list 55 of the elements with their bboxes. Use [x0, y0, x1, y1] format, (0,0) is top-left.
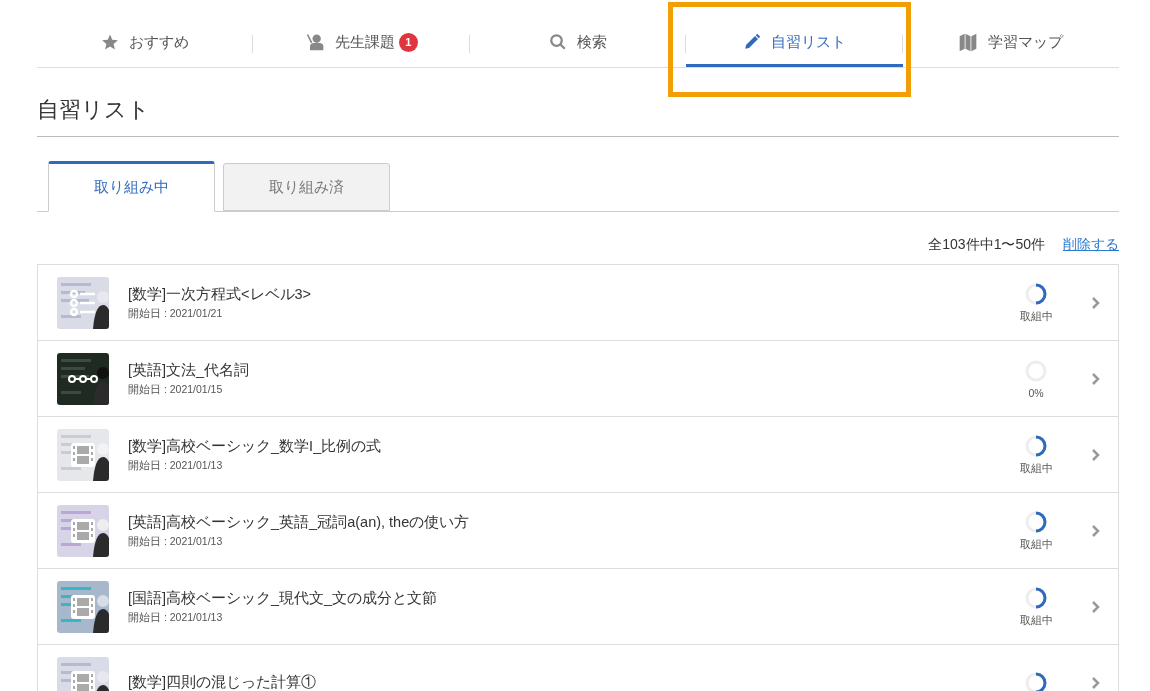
- film-icon: [70, 517, 96, 544]
- nav-tab[interactable]: おすすめ: [97, 0, 194, 67]
- progress-status: 取組中: [1019, 461, 1053, 476]
- chevron-right-icon[interactable]: [1091, 523, 1100, 538]
- chevron-right-icon[interactable]: [1091, 447, 1100, 462]
- delete-link[interactable]: 削除する: [1063, 235, 1119, 253]
- pencil-icon: [742, 33, 761, 51]
- progress-status: 取組中: [1019, 613, 1053, 628]
- nav-tab[interactable]: 先生課題 1: [300, 0, 422, 67]
- list-item[interactable]: [数学]四則の混じった計算①: [37, 645, 1119, 691]
- nav-tab[interactable]: 自習リスト: [685, 0, 903, 67]
- start-date: 開始日 : 2021/01/13: [128, 534, 224, 549]
- teacher-icon: [304, 32, 325, 52]
- item-title: [数学]高校ベーシック_数学I_比例の式: [128, 436, 383, 456]
- search-icon: [548, 33, 567, 51]
- nav-tab[interactable]: 検索: [544, 0, 611, 67]
- chevron-right-icon[interactable]: [1091, 675, 1100, 690]
- item-title: [英語]文法_代名詞: [128, 360, 251, 380]
- progress-ring: [1024, 509, 1048, 534]
- progress-status: 取組中: [1019, 309, 1053, 324]
- steps-icon: [68, 373, 98, 384]
- map-icon: [958, 32, 979, 52]
- star-icon: [101, 33, 120, 51]
- progress-ring: [1024, 281, 1048, 306]
- progress-status: 取組中: [1019, 537, 1053, 552]
- nav-tab[interactable]: 学習マップ: [954, 0, 1068, 67]
- film-icon: [70, 593, 96, 620]
- list-item[interactable]: [国語]高校ベーシック_現代文_文の成分と文節 開始日 : 2021/01/13 取組中: [37, 569, 1119, 645]
- list-item[interactable]: [数学]一次方程式<レベル3> 開始日 : 2021/01/21 取組中: [37, 265, 1119, 341]
- list-icon: [69, 288, 97, 317]
- result-count: 全103件中1〜50件: [928, 235, 1045, 253]
- list-item[interactable]: [英語]高校ベーシック_英語_冠詞a(an), theの使い方 開始日 : 2021/01/13 取組中: [37, 493, 1119, 569]
- list-item[interactable]: [数学]高校ベーシック_数学I_比例の式 開始日 : 2021/01/13 取組中: [37, 417, 1119, 493]
- start-date: 開始日 : 2021/01/21: [128, 306, 224, 321]
- count-badge: 1: [398, 32, 418, 52]
- progress-ring: [1024, 585, 1048, 610]
- progress-ring: [1024, 670, 1048, 691]
- start-date: 開始日 : 2021/01/13: [128, 610, 224, 625]
- list-item[interactable]: [英語]文法_代名詞 開始日 : 2021/01/15 0%: [37, 341, 1119, 417]
- item-title: [英語]高校ベーシック_英語_冠詞a(an), theの使い方: [128, 512, 471, 532]
- item-title: [数学]四則の混じった計算①: [128, 673, 318, 691]
- progress-status: 0%: [1028, 386, 1044, 399]
- item-title: [国語]高校ベーシック_現代文_文の成分と文節: [128, 588, 439, 608]
- chevron-right-icon[interactable]: [1091, 371, 1100, 386]
- progress-ring: [1024, 433, 1048, 458]
- film-icon: [70, 669, 96, 691]
- start-date: 開始日 : 2021/01/15: [128, 382, 224, 397]
- start-date: 開始日 : 2021/01/13: [128, 458, 224, 473]
- page-title: 自習リスト: [37, 96, 151, 124]
- chevron-right-icon[interactable]: [1091, 295, 1100, 310]
- item-title: [数学]一次方程式<レベル3>: [128, 284, 313, 304]
- tab[interactable]: 取り組み中: [48, 161, 215, 212]
- chevron-right-icon[interactable]: [1091, 599, 1100, 614]
- tab[interactable]: 取り組み済: [223, 163, 390, 211]
- film-icon: [70, 441, 96, 468]
